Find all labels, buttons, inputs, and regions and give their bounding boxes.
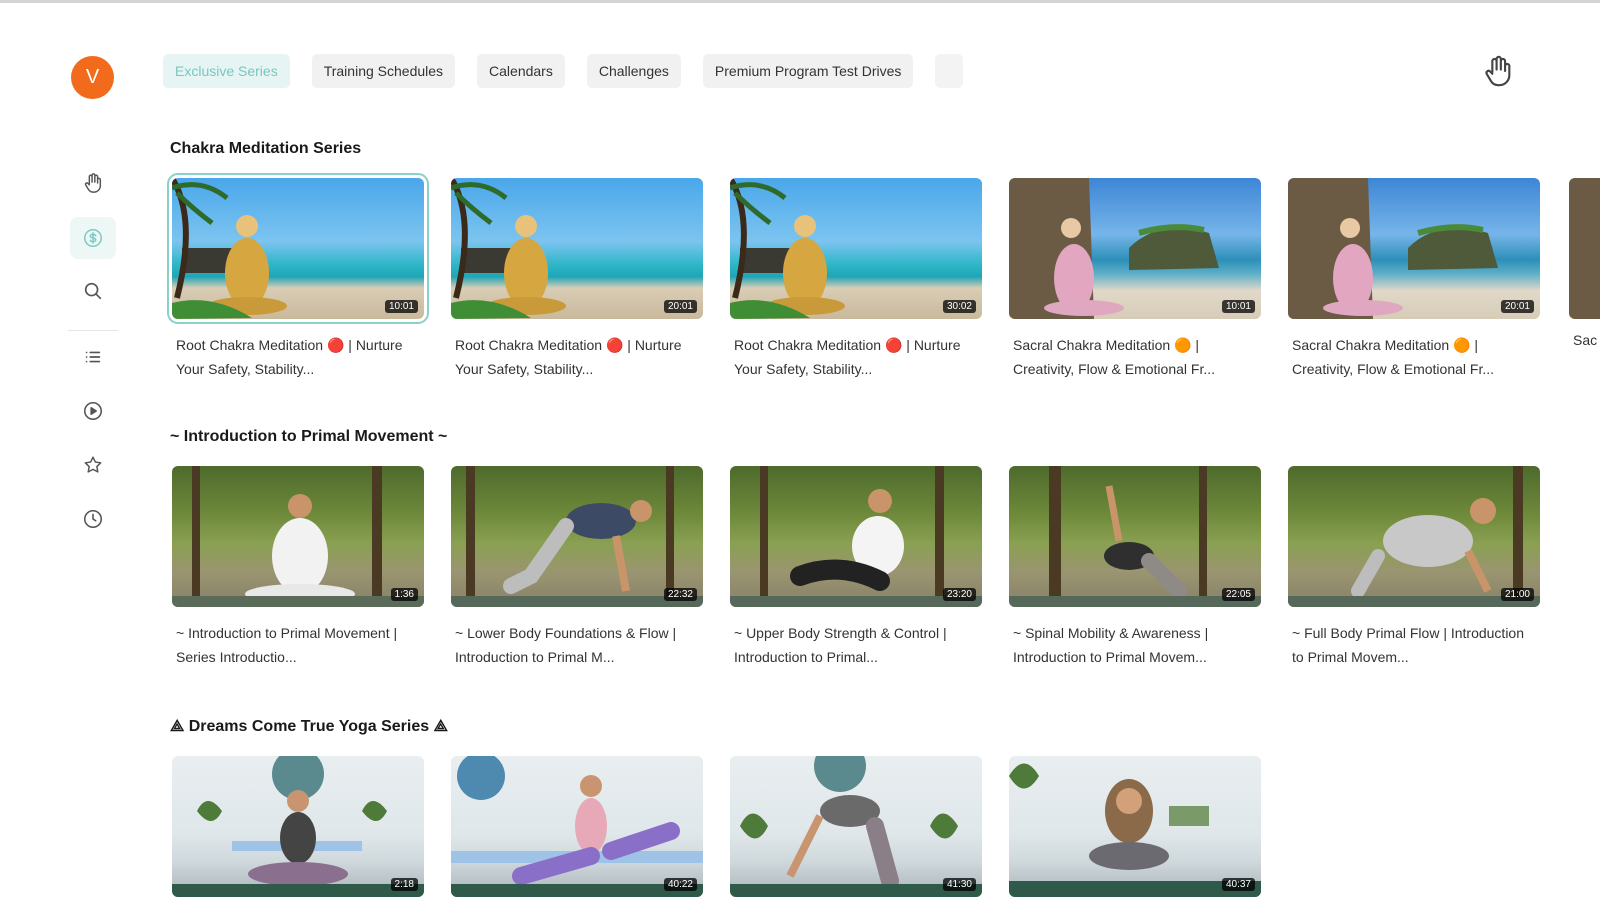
video-title[interactable]: ~ Spinal Mobility & Awareness | Introduc… bbox=[1009, 621, 1261, 669]
video-thumbnail[interactable]: 20:01 bbox=[1288, 178, 1540, 319]
video-card[interactable]: 2:18 bbox=[172, 756, 424, 897]
section-title-primal-movement: ~ Introduction to Primal Movement ~ bbox=[170, 428, 448, 445]
dollar-coin-icon[interactable] bbox=[70, 217, 116, 259]
tab-challenges[interactable]: Challenges bbox=[586, 54, 681, 88]
video-card[interactable]: 20:01 Root Chakra Meditation 🔴 | Nurture… bbox=[451, 178, 703, 381]
video-title[interactable]: Root Chakra Meditation 🔴 | Nurture Your … bbox=[172, 333, 424, 381]
play-circle-icon[interactable] bbox=[70, 390, 116, 432]
video-duration: 40:22 bbox=[663, 878, 697, 891]
video-row-primal-movement: 1:36 ~ Introduction to Primal Movement |… bbox=[172, 466, 1540, 669]
video-title[interactable]: ~ Full Body Primal Flow | Introduction t… bbox=[1288, 621, 1540, 669]
video-card[interactable]: 23:20 ~ Upper Body Strength & Control | … bbox=[730, 466, 982, 669]
tab-overflow[interactable] bbox=[935, 54, 964, 88]
sidebar: V bbox=[0, 0, 150, 900]
video-duration: 40:37 bbox=[1221, 878, 1255, 891]
video-card[interactable]: 10:01 Root Chakra Meditation 🔴 | Nurture… bbox=[167, 173, 429, 381]
video-duration: 22:05 bbox=[1221, 588, 1255, 601]
video-thumbnail[interactable]: 10:01 bbox=[1009, 178, 1261, 319]
sidebar-divider bbox=[68, 330, 118, 331]
video-thumbnail[interactable]: 40:22 bbox=[451, 756, 703, 897]
video-card[interactable]: 22:05 ~ Spinal Mobility & Awareness | In… bbox=[1009, 466, 1261, 669]
video-title[interactable]: ~ Introduction to Primal Movement | Seri… bbox=[172, 621, 424, 669]
video-thumbnail[interactable]: 10:01 bbox=[167, 173, 429, 324]
video-title[interactable]: Root Chakra Meditation 🔴 | Nurture Your … bbox=[730, 333, 982, 381]
video-duration: 20:01 bbox=[663, 300, 697, 313]
video-card[interactable]: 40:37 bbox=[1009, 756, 1261, 897]
video-card[interactable]: 20:01 Sacral Chakra Meditation 🟠 | Creat… bbox=[1288, 178, 1540, 381]
star-icon[interactable] bbox=[70, 444, 116, 486]
video-thumbnail[interactable]: 23:20 bbox=[730, 466, 982, 607]
category-tabs: Exclusive Series Training Schedules Cale… bbox=[163, 54, 964, 88]
video-thumbnail[interactable]: 22:05 bbox=[1009, 466, 1261, 607]
avatar[interactable]: V bbox=[71, 56, 114, 99]
video-card[interactable]: 10:01 Sacral Chakra Meditation 🟠 | Creat… bbox=[1009, 178, 1261, 381]
video-title[interactable]: Sacral Chakra Meditation 🟠 | Creativity,… bbox=[1288, 333, 1540, 381]
video-duration: 23:20 bbox=[942, 588, 976, 601]
video-thumbnail[interactable]: 20:01 bbox=[451, 178, 703, 319]
video-card[interactable]: 41:30 bbox=[730, 756, 982, 897]
video-duration: 1:36 bbox=[390, 588, 418, 601]
list-icon[interactable] bbox=[70, 336, 116, 378]
section-title-dreams-come-true: ⟁ Dreams Come True Yoga Series ⟁ bbox=[170, 718, 448, 735]
video-thumbnail[interactable]: 41:30 bbox=[730, 756, 982, 897]
video-thumbnail[interactable]: 30:02 bbox=[730, 178, 982, 319]
top-border bbox=[0, 0, 1600, 3]
video-row-dreams-come-true: 2:18 40:22 41:30 40:37 bbox=[172, 756, 1261, 897]
video-card[interactable]: 1:36 ~ Introduction to Primal Movement |… bbox=[172, 466, 424, 669]
video-duration: 22:32 bbox=[663, 588, 697, 601]
video-title-partial[interactable]: Sac Cre bbox=[1573, 328, 1600, 352]
video-card[interactable]: 40:22 bbox=[451, 756, 703, 897]
video-duration: 41:30 bbox=[942, 878, 976, 891]
video-card[interactable]: 21:00 ~ Full Body Primal Flow | Introduc… bbox=[1288, 466, 1540, 669]
video-thumbnail[interactable]: 1:36 bbox=[172, 466, 424, 607]
video-duration: 20:01 bbox=[1500, 300, 1534, 313]
video-thumbnail[interactable]: 2:18 bbox=[172, 756, 424, 897]
video-title[interactable]: ~ Upper Body Strength & Control | Introd… bbox=[730, 621, 982, 669]
hand-icon[interactable] bbox=[70, 162, 116, 204]
video-duration: 21:00 bbox=[1500, 588, 1534, 601]
hand-icon[interactable] bbox=[1481, 54, 1515, 88]
video-thumbnail[interactable]: 21:00 bbox=[1288, 466, 1540, 607]
clock-icon[interactable] bbox=[70, 498, 116, 540]
tab-exclusive-series[interactable]: Exclusive Series bbox=[163, 54, 290, 88]
video-thumbnail[interactable]: 40:37 bbox=[1009, 756, 1261, 897]
video-title[interactable]: Sacral Chakra Meditation 🟠 | Creativity,… bbox=[1009, 333, 1261, 381]
video-title[interactable]: Root Chakra Meditation 🔴 | Nurture Your … bbox=[451, 333, 703, 381]
video-title[interactable]: ~ Lower Body Foundations & Flow | Introd… bbox=[451, 621, 703, 669]
section-title-chakra: Chakra Meditation Series bbox=[170, 140, 362, 157]
video-duration: 10:01 bbox=[384, 300, 418, 313]
video-card[interactable]: 30:02 Root Chakra Meditation 🔴 | Nurture… bbox=[730, 178, 982, 381]
video-thumbnail[interactable]: 22:32 bbox=[451, 466, 703, 607]
tab-calendars[interactable]: Calendars bbox=[477, 54, 565, 88]
video-card[interactable]: 22:32 ~ Lower Body Foundations & Flow | … bbox=[451, 466, 703, 669]
video-duration: 2:18 bbox=[390, 878, 418, 891]
video-duration: 30:02 bbox=[942, 300, 976, 313]
video-thumbnail-partial[interactable] bbox=[1569, 178, 1600, 319]
tab-premium-program-test-drives[interactable]: Premium Program Test Drives bbox=[702, 54, 914, 88]
video-duration: 10:01 bbox=[1221, 300, 1255, 313]
video-row-chakra: 10:01 Root Chakra Meditation 🔴 | Nurture… bbox=[167, 173, 1540, 381]
search-icon[interactable] bbox=[70, 270, 116, 312]
tab-training-schedules[interactable]: Training Schedules bbox=[311, 54, 456, 88]
